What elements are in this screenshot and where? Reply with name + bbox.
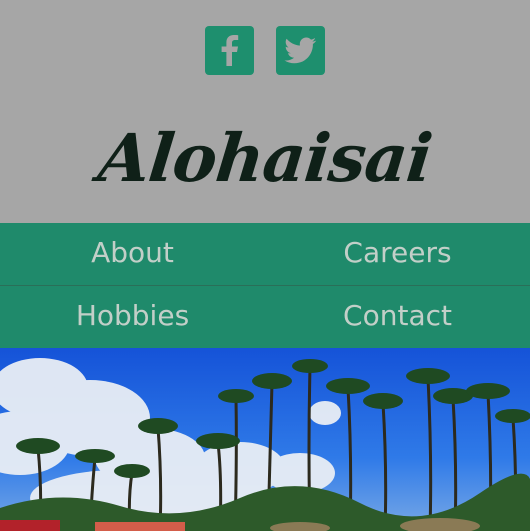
facebook-icon[interactable] (205, 26, 254, 75)
page: Alohaisai About Careers Hobbies Contact (0, 0, 530, 531)
nav-item-hobbies[interactable]: Hobbies (0, 286, 265, 348)
nav-item-contact[interactable]: Contact (265, 286, 530, 348)
twitter-icon[interactable] (276, 26, 325, 75)
palm-trees-beach-photo (0, 348, 530, 531)
nav-item-about[interactable]: About (0, 223, 265, 285)
nav-item-careers[interactable]: Careers (265, 223, 530, 285)
main-nav: About Careers Hobbies Contact (0, 223, 530, 348)
hero-image (0, 348, 530, 531)
site-logo[interactable]: Alohaisai (0, 118, 530, 198)
site-header: Alohaisai (0, 0, 530, 223)
